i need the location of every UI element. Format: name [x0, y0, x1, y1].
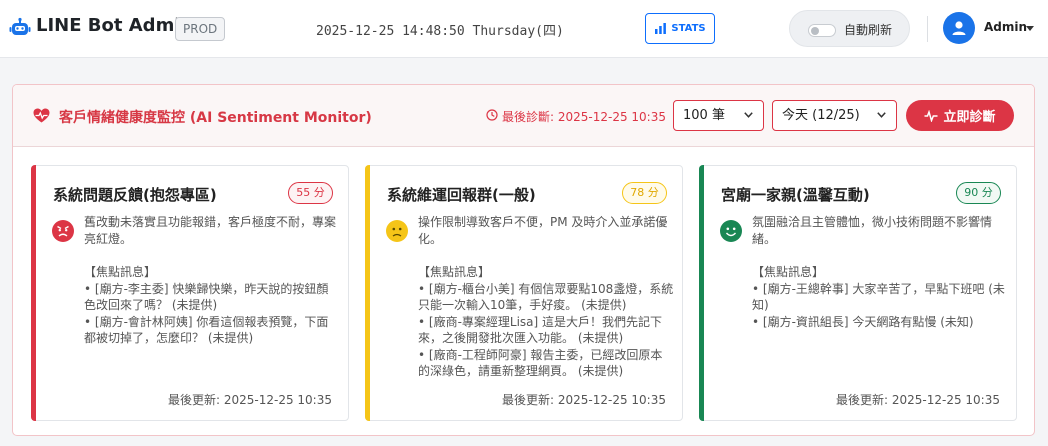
last-updated: 最後更新: 2025-12-25 10:35: [836, 393, 1000, 407]
user-avatar[interactable]: [943, 12, 975, 44]
focus-header: 【焦點訊息】: [418, 265, 491, 279]
live-clock: 2025-12-25 14:48:50 Thursday(四): [316, 24, 564, 39]
user-icon: [952, 21, 966, 35]
auto-refresh-toggle[interactable]: [808, 24, 836, 37]
clock-icon: [486, 109, 498, 121]
focus-message: • [廟方-王總幹事] 大家辛苦了，早點下班吧 (未知): [752, 281, 1005, 313]
focus-header: 【焦點訊息】: [84, 265, 157, 279]
diagnose-label: 立即診斷: [943, 110, 996, 125]
focus-message: • [廠商-工程師阿豪] 報告主委，已經改回原本的深綠色，請重新整理網頁。 (未…: [418, 347, 663, 379]
sentiment-summary: 氛圍融洽且主管體恤，微小技術問題不影響情緒。: [752, 215, 993, 246]
group-name: 系統維運回報群(一般): [387, 186, 536, 204]
panel-title: 客戶情緒健康度監控 (AI Sentiment Monitor): [59, 110, 372, 126]
sentiment-summary: 操作限制導致客戶不便，PM 及時介入並承諾優化。: [418, 215, 668, 246]
date-range-select[interactable]: 今天 (12/25): [772, 100, 897, 131]
score-badge: 55 分: [288, 182, 333, 204]
diagnose-now-button[interactable]: 立即診斷: [906, 100, 1014, 131]
bar-chart-icon: [655, 23, 667, 34]
status-color-bar: [31, 165, 36, 421]
focus-messages: 【焦點訊息】 • [廟方-王總幹事] 大家辛苦了，早點下班吧 (未知) • [廟…: [752, 264, 1008, 330]
score-badge: 90 分: [956, 182, 1001, 204]
score-badge: 78 分: [622, 182, 667, 204]
sentiment-card: 宮廟一家親(溫馨互動) 90 分 氛圍融洽且主管體恤，微小技術問題不影響情緒。 …: [699, 165, 1017, 421]
chevron-down-icon: [877, 112, 886, 118]
message-count-select[interactable]: 100 筆: [673, 100, 764, 131]
focus-messages: 【焦點訊息】 • [廟方-櫃台小美] 有個信眾要點108盞燈，系統只能一次輸入1…: [418, 264, 674, 380]
app-title[interactable]: LINE Bot Admin: [36, 15, 193, 36]
robot-icon: [9, 17, 31, 35]
focus-message: • [廠商-專案經理Lisa] 這是大戶！我們先記下來，之後開發批次匯入功能。 …: [418, 314, 663, 346]
focus-message: • [廟方-會計林阿姨] 你看這個報表預覽，下面都被切掉了，怎麼印？ (未提供): [84, 314, 329, 346]
focus-message: • [廟方-資訊組長] 今天網路有點慢 (未知): [752, 314, 974, 329]
neutral-face-icon: [386, 220, 408, 242]
group-name: 系統問題反饋(抱怨專區): [53, 186, 217, 204]
message-count-value: 100 筆: [683, 108, 725, 123]
last-updated: 最後更新: 2025-12-25 10:35: [168, 393, 332, 407]
sentiment-monitor-panel: 客戶情緒健康度監控 (AI Sentiment Monitor) 最後診斷: 2…: [12, 84, 1035, 436]
toggle-knob: [811, 27, 819, 35]
top-navbar: LINE Bot Admin PROD 2025-12-25 14:48:50 …: [0, 0, 1048, 58]
focus-header: 【焦點訊息】: [752, 265, 825, 279]
status-color-bar: [365, 165, 370, 421]
auto-refresh-label: 自動刷新: [844, 23, 893, 37]
date-range-value: 今天 (12/25): [782, 108, 860, 123]
stats-button[interactable]: STATS: [645, 13, 715, 44]
stats-label: STATS: [671, 23, 706, 34]
focus-message: • [廟方-櫃台小美] 有個信眾要點108盞燈，系統只能一次輸入10筆，手好痠。…: [418, 281, 674, 313]
pulse-icon: [924, 109, 938, 122]
happy-face-icon: [720, 220, 742, 242]
heart-pulse-icon: [33, 108, 50, 123]
panel-header: 客戶情緒健康度監控 (AI Sentiment Monitor) 最後診斷: 2…: [13, 85, 1034, 147]
auto-refresh-control[interactable]: 自動刷新: [789, 10, 910, 47]
sentiment-card: 系統問題反饋(抱怨專區) 55 分 舊改動未落實且功能報錯，客戶極度不耐，專案亮…: [31, 165, 349, 421]
focus-message: • [廟方-李主委] 快樂歸快樂，昨天說的按鈕顏色改回來了嗎？ (未提供): [84, 281, 329, 313]
env-badge: PROD: [175, 17, 226, 41]
status-color-bar: [699, 165, 704, 421]
sentiment-summary: 舊改動未落實且功能報錯，客戶極度不耐，專案亮紅燈。: [84, 215, 337, 246]
angry-face-icon: [52, 220, 74, 242]
sentiment-card: 系統維運回報群(一般) 78 分 操作限制導致客戶不便，PM 及時介入並承諾優化…: [365, 165, 683, 421]
focus-messages: 【焦點訊息】 • [廟方-李主委] 快樂歸快樂，昨天說的按鈕顏色改回來了嗎？ (…: [84, 264, 340, 347]
last-updated: 最後更新: 2025-12-25 10:35: [502, 393, 666, 407]
user-menu-name[interactable]: Admin: [984, 20, 1027, 34]
navbar-divider: [927, 16, 928, 42]
caret-down-icon[interactable]: [1026, 26, 1034, 31]
chevron-down-icon: [744, 112, 753, 118]
group-name: 宮廟一家親(溫馨互動): [721, 186, 870, 204]
last-diagnosis-time: 最後診斷: 2025-12-25 10:35: [502, 110, 666, 124]
